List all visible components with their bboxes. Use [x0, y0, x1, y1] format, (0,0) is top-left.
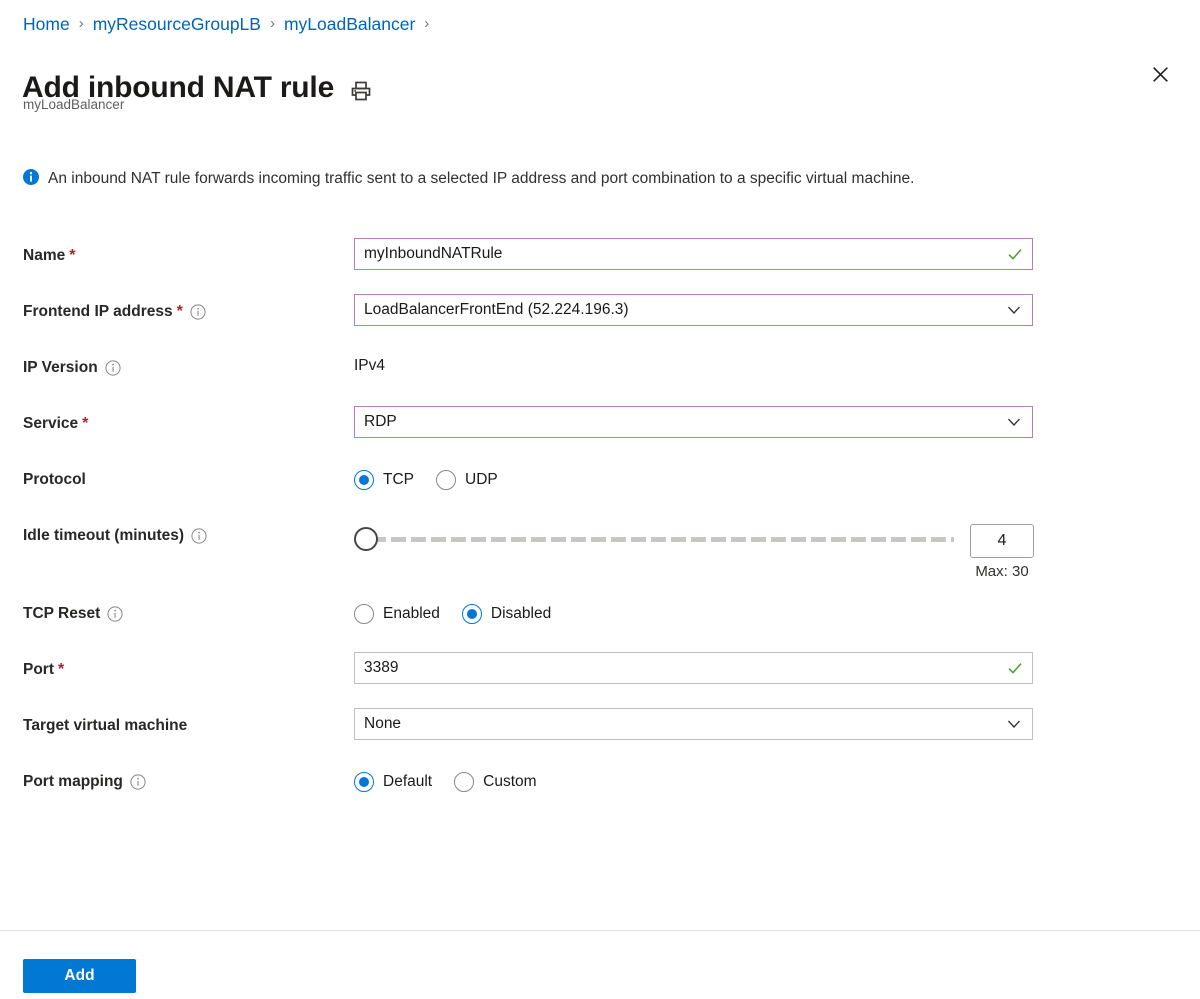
port-input-wrapper[interactable]	[354, 652, 1033, 684]
radio-indicator	[436, 470, 456, 490]
required-asterisk: *	[69, 246, 75, 266]
label-name-text: Name	[23, 246, 65, 266]
title-row: Add inbound NAT rule	[22, 48, 372, 128]
label-tcp-reset-text: TCP Reset	[23, 604, 100, 624]
add-button[interactable]: Add	[23, 959, 136, 993]
label-port-mapping: Port mapping	[0, 758, 354, 792]
label-ip-version: IP Version	[0, 344, 354, 378]
form-row-ip-version: IP Version IPv4	[0, 344, 1200, 400]
port-mapping-radio-group: Default Custom	[354, 764, 1200, 792]
target-vm-value[interactable]	[355, 709, 1032, 739]
idle-timeout-number-group: 4 Max: 30	[970, 524, 1034, 580]
target-vm-dropdown[interactable]	[354, 708, 1033, 740]
info-outline-icon[interactable]	[105, 360, 121, 376]
breadcrumb-separator: ›	[424, 13, 429, 35]
label-service-text: Service	[23, 414, 78, 434]
radio-indicator	[354, 604, 374, 624]
radio-indicator	[462, 604, 482, 624]
breadcrumb-item-home[interactable]: Home	[23, 13, 70, 35]
label-tcp-reset: TCP Reset	[0, 590, 354, 624]
label-target-vm: Target virtual machine	[0, 702, 354, 736]
label-ip-version-text: IP Version	[23, 358, 98, 378]
radio-protocol-tcp[interactable]: TCP	[354, 470, 414, 490]
label-port-text: Port	[23, 660, 54, 680]
label-idle-timeout: Idle timeout (minutes)	[0, 512, 354, 546]
form-row-port-mapping: Port mapping Default	[0, 758, 1200, 814]
radio-port-mapping-default-label: Default	[383, 773, 432, 791]
radio-protocol-udp-label: UDP	[465, 471, 498, 489]
nat-rule-form: Name * Frontend IP address *	[0, 232, 1200, 814]
form-row-service: Service *	[0, 400, 1200, 456]
port-input[interactable]	[355, 653, 1032, 683]
label-service: Service *	[0, 400, 354, 434]
info-outline-icon[interactable]	[191, 528, 207, 544]
ip-version-value: IPv4	[354, 350, 1200, 375]
tcp-reset-radio-group: Enabled Disabled	[354, 596, 1200, 624]
label-name: Name *	[0, 232, 354, 266]
info-filled-icon	[23, 169, 39, 185]
label-frontend-ip: Frontend IP address *	[0, 288, 354, 322]
idle-timeout-value[interactable]: 4	[970, 524, 1034, 558]
label-target-vm-text: Target virtual machine	[23, 716, 187, 736]
info-outline-icon[interactable]	[190, 304, 206, 320]
radio-port-mapping-default[interactable]: Default	[354, 772, 432, 792]
form-row-port: Port *	[0, 646, 1200, 702]
page-subtitle: myLoadBalancer	[23, 96, 124, 114]
radio-tcp-reset-disabled-label: Disabled	[491, 605, 551, 623]
radio-indicator	[354, 470, 374, 490]
radio-protocol-udp[interactable]: UDP	[436, 470, 498, 490]
slider-track	[371, 537, 954, 542]
radio-tcp-reset-disabled[interactable]: Disabled	[462, 604, 551, 624]
breadcrumb-item-resource-group[interactable]: myResourceGroupLB	[93, 13, 261, 35]
label-port-mapping-text: Port mapping	[23, 772, 123, 792]
breadcrumb: Home › myResourceGroupLB › myLoadBalance…	[23, 13, 429, 35]
required-asterisk: *	[58, 660, 64, 680]
radio-protocol-tcp-label: TCP	[383, 471, 414, 489]
radio-tcp-reset-enabled-label: Enabled	[383, 605, 440, 623]
info-outline-icon[interactable]	[130, 774, 146, 790]
info-banner-text: An inbound NAT rule forwards incoming tr…	[48, 166, 914, 191]
name-input[interactable]	[355, 239, 1032, 269]
label-port: Port *	[0, 646, 354, 680]
required-asterisk: *	[82, 414, 88, 434]
label-protocol-text: Protocol	[23, 470, 86, 490]
add-inbound-nat-rule-blade: Home › myResourceGroupLB › myLoadBalance…	[0, 0, 1200, 999]
form-row-idle-timeout: Idle timeout (minutes) 4	[0, 512, 1200, 590]
radio-port-mapping-custom[interactable]: Custom	[454, 772, 536, 792]
label-protocol: Protocol	[0, 456, 354, 490]
form-row-target-vm: Target virtual machine	[0, 702, 1200, 758]
close-icon[interactable]	[1144, 58, 1176, 90]
radio-tcp-reset-enabled[interactable]: Enabled	[354, 604, 440, 624]
service-value[interactable]	[355, 407, 1032, 437]
info-outline-icon[interactable]	[107, 606, 123, 622]
printer-icon[interactable]	[350, 80, 372, 102]
radio-indicator	[354, 772, 374, 792]
footer-divider	[0, 930, 1200, 931]
radio-indicator	[454, 772, 474, 792]
radio-port-mapping-custom-label: Custom	[483, 773, 536, 791]
slider-thumb[interactable]	[354, 527, 378, 551]
idle-timeout-max-note: Max: 30	[975, 563, 1028, 580]
idle-timeout-control: 4 Max: 30	[354, 518, 1200, 580]
form-row-tcp-reset: TCP Reset Enabled	[0, 590, 1200, 646]
frontend-ip-dropdown[interactable]	[354, 294, 1033, 326]
form-row-frontend-ip: Frontend IP address *	[0, 288, 1200, 344]
form-row-protocol: Protocol TCP UDP	[0, 456, 1200, 512]
breadcrumb-separator: ›	[79, 13, 84, 35]
form-row-name: Name *	[0, 232, 1200, 288]
label-idle-timeout-text: Idle timeout (minutes)	[23, 526, 184, 546]
name-input-wrapper[interactable]	[354, 238, 1033, 270]
breadcrumb-item-load-balancer[interactable]: myLoadBalancer	[284, 13, 415, 35]
idle-timeout-slider[interactable]	[354, 524, 954, 554]
protocol-radio-group: TCP UDP	[354, 462, 1200, 490]
label-frontend-ip-text: Frontend IP address	[23, 302, 173, 322]
info-banner: An inbound NAT rule forwards incoming tr…	[23, 166, 1023, 191]
required-asterisk: *	[177, 302, 183, 322]
breadcrumb-separator: ›	[270, 13, 275, 35]
frontend-ip-value[interactable]	[355, 295, 1032, 325]
service-dropdown[interactable]	[354, 406, 1033, 438]
